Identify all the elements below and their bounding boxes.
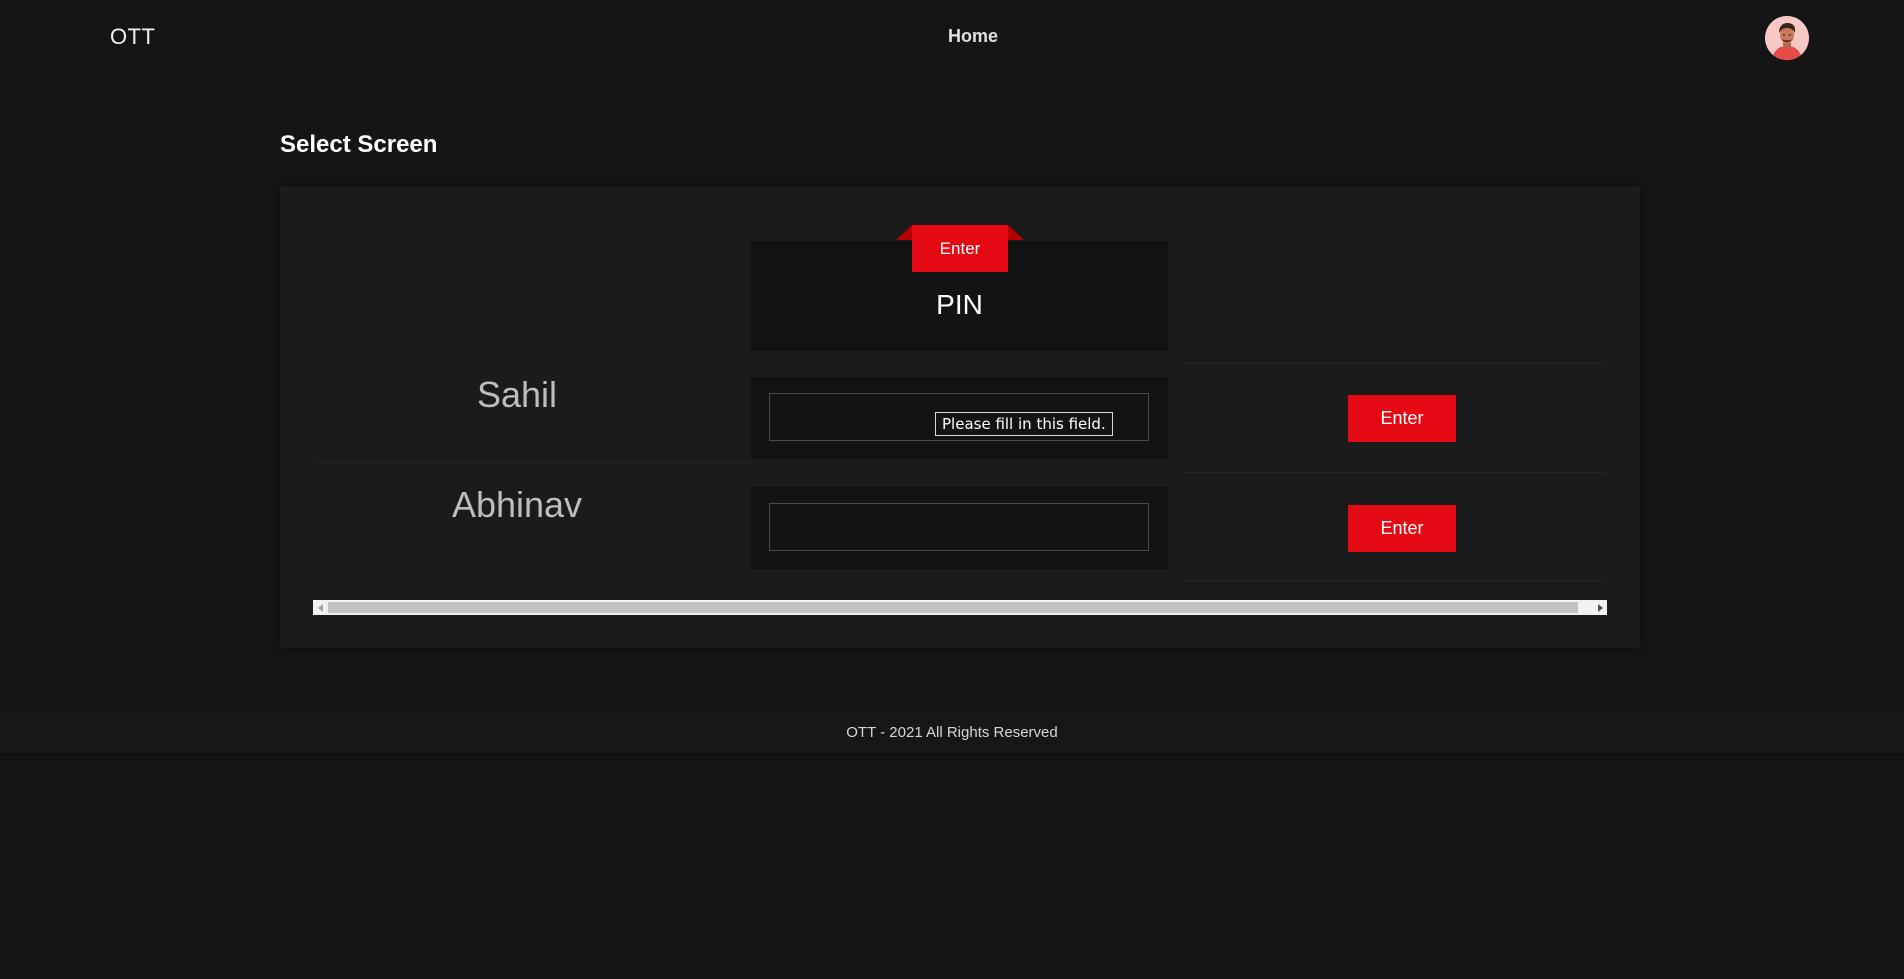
- pin-input-cell: [751, 487, 1168, 569]
- scroll-right-arrow-icon[interactable]: [1592, 600, 1607, 615]
- row-divider: [1185, 472, 1605, 473]
- nav-home-link[interactable]: Home: [948, 26, 998, 47]
- row-divider: [1185, 581, 1605, 582]
- footer: OTT - 2021 All Rights Reserved: [0, 712, 1904, 755]
- page-title: Select Screen: [280, 131, 438, 158]
- validation-tooltip: Please fill in this field.: [935, 412, 1113, 436]
- profile-name-abhinav: Abhinav: [451, 484, 583, 525]
- pin-input-abhinav[interactable]: [769, 503, 1149, 551]
- row-divider: [315, 462, 751, 463]
- top-navbar: OTT Home: [0, 0, 1904, 75]
- row-divider: [1185, 362, 1605, 363]
- horizontal-scrollbar[interactable]: [313, 600, 1607, 615]
- user-avatar-icon[interactable]: [1765, 16, 1809, 60]
- ribbon-label: Enter: [912, 225, 1008, 272]
- enter-button-sahil[interactable]: Enter: [1348, 395, 1456, 442]
- enter-ribbon: Enter: [896, 225, 1024, 272]
- pin-column-header: PIN: [936, 289, 983, 320]
- scrollbar-thumb[interactable]: [328, 602, 1578, 613]
- profile-name-sahil: Sahil: [476, 374, 558, 415]
- brand-logo[interactable]: OTT: [110, 24, 156, 50]
- enter-button-abhinav[interactable]: Enter: [1348, 505, 1456, 552]
- scroll-left-arrow-icon[interactable]: [313, 600, 328, 615]
- ribbon-fold-left: [896, 225, 912, 240]
- footer-text: OTT - 2021 All Rights Reserved: [846, 724, 1058, 741]
- ribbon-fold-right: [1008, 225, 1024, 240]
